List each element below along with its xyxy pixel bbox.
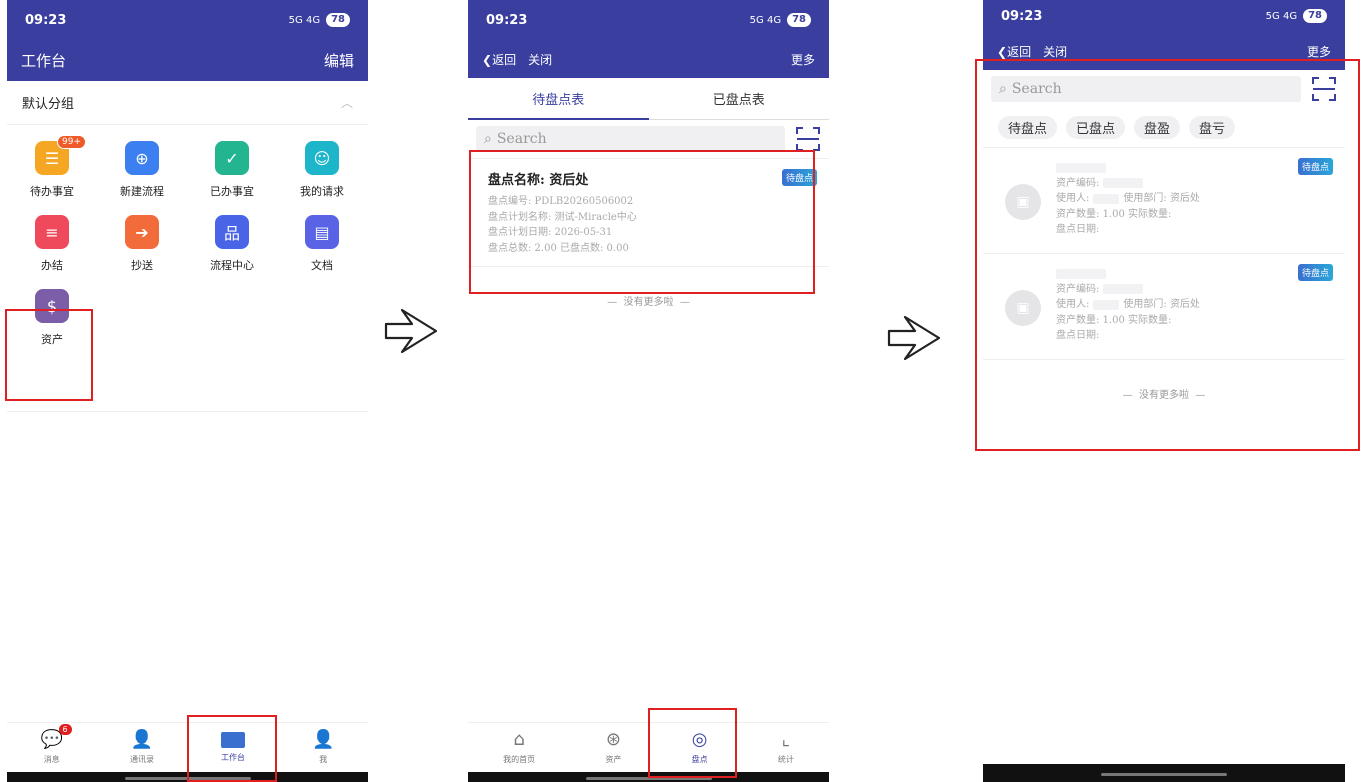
tab-pending[interactable]: 待盘点表: [468, 78, 649, 120]
status-bar: 09:23 5G 4G 78: [7, 0, 368, 40]
flow-center-icon: 品: [215, 215, 249, 249]
status-bar: 09:23 5G 4G 78: [983, 0, 1345, 32]
app-todo[interactable]: ☰ 99+ 待办事宜: [7, 135, 97, 199]
battery-icon: 78: [326, 13, 350, 27]
nav-left: ❮返回 关闭: [482, 51, 552, 68]
chart-icon: ⌞: [781, 729, 791, 750]
header: 工作台 编辑: [7, 40, 368, 81]
chevron-left-icon: ❮: [482, 52, 493, 67]
cc-icon: ➔: [125, 215, 159, 249]
home-pill: [1101, 773, 1227, 776]
contacts-icon: 👤: [130, 729, 154, 750]
tab-messages[interactable]: 💬 6 消息: [41, 724, 72, 765]
no-more-label: 没有更多啦: [623, 297, 674, 308]
more-button[interactable]: 更多: [791, 51, 815, 68]
group-header[interactable]: 默认分组 ︿: [7, 81, 368, 125]
app-label: 文档: [311, 259, 333, 272]
tab-label: 消息: [43, 755, 60, 764]
tab-contacts[interactable]: 👤 通讯录: [130, 730, 154, 765]
arrow-right-icon: [887, 315, 941, 361]
tab-label: 统计: [777, 755, 794, 764]
tab-label: 资产: [605, 755, 622, 764]
home-indicator-bar: [983, 764, 1345, 782]
request-icon: ☺: [305, 141, 339, 175]
app-label: 我的请求: [300, 185, 344, 198]
highlight-inventory-tab: [648, 708, 737, 778]
edit-button[interactable]: 编辑: [324, 50, 354, 71]
new-flow-icon: ⊕: [125, 141, 159, 175]
status-time: 09:23: [1001, 8, 1043, 24]
app-flow-center[interactable]: 品 流程中心: [187, 215, 277, 273]
phone-inventory-list: 09:23 5G 4G 78 ❮返回 关闭 更多 待盘点表 已盘点表 ⌕ Sea…: [468, 0, 829, 782]
tab-completed[interactable]: 已盘点表: [649, 78, 830, 119]
highlight-asset-list: [975, 59, 1360, 451]
app-new-flow[interactable]: ⊕ 新建流程: [97, 141, 187, 199]
tab-label: 我的首页: [503, 755, 536, 764]
page-title: 工作台: [21, 52, 67, 70]
status-bar: 09:23 5G 4G 78: [468, 0, 829, 40]
highlight-workbench-tab: [187, 715, 277, 782]
nav-left: ❮返回 关闭: [997, 43, 1067, 60]
scan-icon[interactable]: [795, 126, 821, 152]
tab-label: 我: [319, 755, 328, 764]
chevron-left-icon: ❮: [997, 44, 1008, 59]
app-done[interactable]: ✓ 已办事宜: [187, 141, 277, 199]
group-title: 默认分组: [22, 97, 75, 112]
tab-badge: 6: [58, 724, 72, 735]
signal-icon: 5G 4G: [288, 14, 321, 26]
search-placeholder: Search: [496, 131, 547, 147]
tab-assets[interactable]: ⊛ 资产: [605, 730, 621, 765]
search-input[interactable]: ⌕ Search: [476, 126, 785, 152]
app-label: 已办事宜: [210, 185, 254, 198]
app-label: 抄送: [131, 259, 153, 272]
finished-icon: ≡: [35, 215, 69, 249]
status-time: 09:23: [486, 12, 528, 28]
yen-icon: ⊛: [605, 729, 621, 750]
battery-icon: 78: [1303, 9, 1327, 23]
app-request[interactable]: ☺ 我的请求: [277, 141, 367, 199]
header: ❮返回 关闭 更多: [468, 40, 829, 78]
close-button[interactable]: 关闭: [1043, 43, 1067, 60]
subtabs: 待盘点表 已盘点表: [468, 78, 829, 120]
app-label: 新建流程: [120, 185, 164, 198]
home-icon: ⌂: [513, 729, 525, 750]
status-time: 09:23: [25, 12, 67, 28]
close-button[interactable]: 关闭: [528, 51, 552, 68]
status-icons: 5G 4G 78: [289, 13, 350, 27]
app-label: 待办事宜: [30, 185, 74, 198]
todo-badge: 99+: [57, 135, 86, 149]
arrow-right-icon: [384, 308, 438, 354]
back-button[interactable]: ❮返回: [997, 43, 1031, 60]
app-cc[interactable]: ➔ 抄送: [97, 215, 187, 273]
back-label: 返回: [1007, 44, 1032, 59]
person-icon: 👤: [312, 729, 335, 750]
battery-icon: 78: [787, 13, 811, 27]
status-icons: 5G 4G 78: [750, 13, 811, 27]
highlight-inventory-card: [469, 150, 815, 294]
tab-stats[interactable]: ⌞ 统计: [778, 730, 794, 765]
tab-home[interactable]: ⌂ 我的首页: [503, 730, 535, 765]
signal-icon: 5G 4G: [749, 14, 782, 26]
tab-label: 通讯录: [129, 755, 154, 764]
app-finished[interactable]: ≡ 办结: [7, 215, 97, 273]
signal-icon: 5G 4G: [1265, 10, 1298, 22]
back-button[interactable]: ❮返回: [482, 51, 516, 68]
back-label: 返回: [492, 52, 517, 67]
divider: [7, 411, 368, 412]
status-icons: 5G 4G 78: [1266, 9, 1327, 23]
tab-me[interactable]: 👤 我: [312, 730, 334, 765]
done-icon: ✓: [215, 141, 249, 175]
highlight-asset-app: [5, 309, 93, 401]
app-label: 办结: [41, 259, 63, 272]
chevron-up-icon[interactable]: ︿: [341, 94, 353, 111]
more-button[interactable]: 更多: [1307, 43, 1331, 60]
app-label: 流程中心: [210, 259, 254, 272]
no-more-text: — 没有更多啦 —: [607, 297, 690, 308]
app-document[interactable]: ▤ 文档: [277, 215, 367, 273]
search-icon: ⌕: [484, 131, 492, 147]
document-icon: ▤: [305, 215, 339, 249]
